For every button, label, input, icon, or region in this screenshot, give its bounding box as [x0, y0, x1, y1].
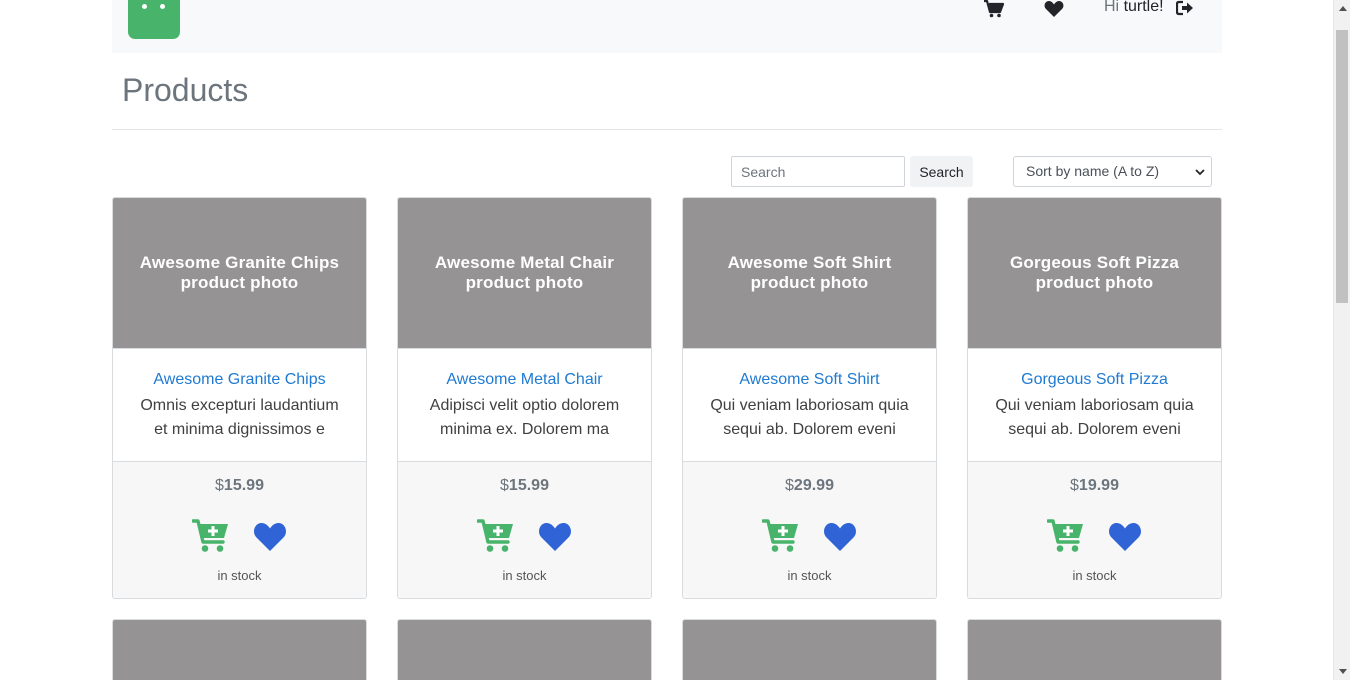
- page-title: Products: [122, 72, 249, 108]
- product-card-body: Awesome Metal Chair Adipisci velit optio…: [398, 348, 651, 461]
- top-navbar: Hi turtle!: [112, 0, 1222, 53]
- product-description: Adipisci velit optio dolorem minima ex. …: [429, 397, 620, 438]
- product-card-footer: $15.99 in stock: [113, 461, 366, 598]
- caret-down-icon: [1338, 669, 1347, 674]
- username: turtle!: [1123, 0, 1164, 15]
- product-price: $15.99: [398, 477, 651, 495]
- product-photo[interactable]: Gorgeous Soft Pizza product photo: [968, 198, 1221, 348]
- sort-selected-value: Sort by name (A to Z): [1026, 163, 1160, 179]
- page-viewport: Hi turtle! Products Search Sort by name …: [0, 0, 1350, 680]
- user-greeting: Hi turtle!: [1104, 0, 1164, 16]
- product-photo[interactable]: [968, 620, 1221, 680]
- price-value: 15.99: [508, 477, 549, 494]
- product-description: Qui veniam laboriosam quia sequi ab. Dol…: [710, 397, 909, 438]
- scroll-up-arrow[interactable]: [1334, 0, 1350, 17]
- product-card-footer: $19.99 in stock: [968, 461, 1221, 598]
- price-value: 19.99: [1078, 477, 1119, 494]
- product-card: Awesome Granite Chips product photo Awes…: [112, 197, 367, 599]
- stock-status: in stock: [1072, 568, 1117, 583]
- product-photo[interactable]: [113, 620, 366, 680]
- price-currency: $: [215, 477, 224, 494]
- product-description: Omnis excepturi laudantium et minima dig…: [140, 397, 339, 438]
- product-price: $19.99: [968, 477, 1221, 495]
- product-name-link[interactable]: Awesome Metal Chair: [398, 370, 651, 390]
- product-card: Gorgeous Soft Pizza product photo Gorgeo…: [967, 197, 1222, 599]
- product-card-footer: $29.99 in stock: [683, 461, 936, 598]
- product-card-body: Awesome Granite Chips Omnis excepturi la…: [113, 348, 366, 461]
- product-price: $15.99: [113, 477, 366, 495]
- product-photo[interactable]: [398, 620, 651, 680]
- price-currency: $: [500, 477, 509, 494]
- product-description: Qui veniam laboriosam quia sequi ab. Dol…: [995, 397, 1194, 438]
- product-name-link[interactable]: Awesome Soft Shirt: [683, 370, 936, 390]
- add-to-favorites-heart-icon[interactable]: [1108, 522, 1142, 552]
- product-card: Awesome Metal Chair product photo Awesom…: [397, 197, 652, 599]
- product-card-body: Gorgeous Soft Pizza Qui veniam laboriosa…: [968, 348, 1221, 461]
- title-divider: [112, 129, 1222, 130]
- price-value: 15.99: [223, 477, 264, 494]
- product-photo[interactable]: [683, 620, 936, 680]
- add-to-cart-icon[interactable]: [192, 519, 229, 553]
- product-card-partial: [112, 619, 367, 680]
- product-name-link[interactable]: Awesome Granite Chips: [113, 370, 366, 390]
- product-card-partial: [967, 619, 1222, 680]
- sort-select[interactable]: Sort by name (A to Z): [1013, 156, 1212, 187]
- add-to-cart-icon[interactable]: [1047, 519, 1084, 553]
- add-to-cart-icon[interactable]: [762, 519, 799, 553]
- caret-up-icon: [1338, 6, 1347, 11]
- product-card-footer: $15.99 in stock: [398, 461, 651, 598]
- scroll-down-arrow[interactable]: [1334, 663, 1350, 680]
- product-price: $29.99: [683, 477, 936, 495]
- search-input[interactable]: [731, 156, 905, 187]
- heart-icon[interactable]: [1044, 0, 1064, 18]
- scrollbar-thumb[interactable]: [1336, 30, 1348, 303]
- product-photo[interactable]: Awesome Metal Chair product photo: [398, 198, 651, 348]
- stock-status: in stock: [502, 568, 547, 583]
- logout-icon[interactable]: [1176, 0, 1194, 16]
- product-card-body: Awesome Soft Shirt Qui veniam laboriosam…: [683, 348, 936, 461]
- vertical-scrollbar[interactable]: [1333, 0, 1350, 680]
- chevron-down-icon: [1195, 169, 1205, 176]
- price-currency: $: [1070, 477, 1079, 494]
- greeting-prefix: Hi: [1104, 0, 1120, 15]
- add-to-favorites-heart-icon[interactable]: [538, 522, 572, 552]
- stock-status: in stock: [217, 568, 262, 583]
- product-name-link[interactable]: Gorgeous Soft Pizza: [968, 370, 1221, 390]
- product-card-partial: [397, 619, 652, 680]
- add-to-favorites-heart-icon[interactable]: [823, 522, 857, 552]
- product-card: Awesome Soft Shirt product photo Awesome…: [682, 197, 937, 599]
- product-photo[interactable]: Awesome Granite Chips product photo: [113, 198, 366, 348]
- product-photo[interactable]: Awesome Soft Shirt product photo: [683, 198, 936, 348]
- logo-eye-left: [142, 4, 147, 9]
- add-to-favorites-heart-icon[interactable]: [253, 522, 287, 552]
- search-button[interactable]: Search: [910, 156, 973, 187]
- price-currency: $: [785, 477, 794, 494]
- logo-eye-right: [160, 4, 165, 9]
- price-value: 29.99: [793, 477, 834, 494]
- stock-status: in stock: [787, 568, 832, 583]
- shopping-cart-icon[interactable]: [984, 0, 1004, 18]
- product-card-partial: [682, 619, 937, 680]
- brand-logo[interactable]: [128, 0, 180, 39]
- add-to-cart-icon[interactable]: [477, 519, 514, 553]
